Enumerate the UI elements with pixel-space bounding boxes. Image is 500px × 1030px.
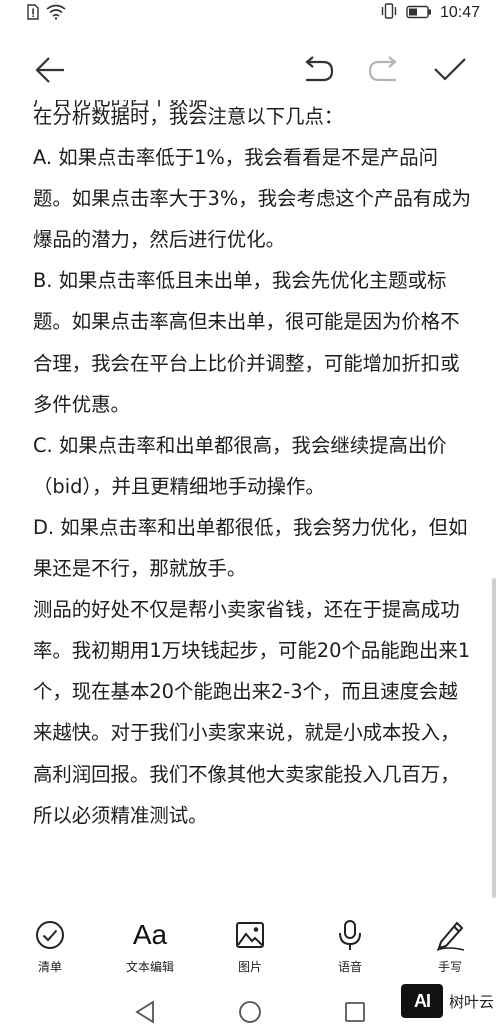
back-button[interactable] [28, 50, 72, 94]
text-format-glyph: Aa [132, 919, 168, 950]
handwriting-button[interactable]: 手写 [410, 918, 490, 975]
nav-back-icon [134, 1000, 156, 1028]
wifi-icon [46, 4, 66, 24]
undo-button[interactable] [296, 50, 340, 94]
handwriting-label: 手写 [437, 960, 462, 974]
watermark-logo: AI [400, 984, 443, 1018]
voice-label: 语音 [337, 960, 362, 974]
checkmark-icon [433, 56, 467, 88]
status-left-icons [26, 4, 66, 24]
handwriting-pen-icon [434, 918, 466, 952]
watermark-text: 树叶云 [448, 992, 494, 1011]
redo-icon [367, 56, 401, 88]
confirm-button[interactable] [428, 50, 472, 94]
text-edit-label: 文本编辑 [125, 960, 174, 974]
image-button[interactable]: 图片 [210, 918, 290, 975]
paragraph: D. 如果点击率和出单都很低，我会努力优化，但如果还是不行，那就放手。 [33, 515, 468, 581]
paragraph: C. 如果点击率和出单都很高，我会继续提高出价（bid），并且更精细地手动操作。 [33, 433, 447, 498]
paragraph: B. 如果点击率低且未出单，我会先优化主题或标题。如果点击率高但未出单，很可能是… [33, 269, 460, 416]
nav-home-button[interactable] [236, 1000, 264, 1028]
sim-alert-icon [26, 4, 40, 24]
status-time: 10:47 [439, 4, 480, 21]
paragraph: A. 如果点击率低于1%，我会看看是不是产品问题。如果点击率大于3%，我会考虑这… [33, 146, 471, 252]
nav-recents-button[interactable] [341, 1000, 369, 1028]
scrollbar-thumb[interactable] [492, 578, 496, 898]
nav-back-button[interactable] [131, 1000, 159, 1028]
status-right-icons: 10:47 [380, 3, 480, 23]
paragraph: 在分析数据时，我会注意以下几点： [33, 105, 344, 128]
paragraph: 测品的好处不仅是帮小卖家省钱，还在于提高成功率。我初期用1万块钱起步，可能20个… [33, 598, 471, 827]
checklist-button[interactable]: 清单 [10, 918, 90, 975]
redo-button[interactable] [362, 50, 406, 94]
note-content[interactable]: 广告优化的四个数据 在分析数据时，我会注意以下几点：A. 如果点击率低于1%，我… [0, 100, 500, 912]
checklist-label: 清单 [37, 960, 62, 974]
checklist-icon [35, 918, 65, 952]
vibrate-icon [380, 3, 398, 23]
undo-icon [301, 56, 335, 88]
text-format-icon: Aa [133, 918, 167, 952]
status-bar: 10:47 [0, 0, 500, 26]
image-label: 图片 [237, 960, 262, 974]
back-arrow-icon [34, 56, 66, 88]
voice-button[interactable]: 语音 [310, 918, 390, 975]
battery-icon [406, 4, 432, 23]
watermark: AI 树叶云 [400, 984, 494, 1018]
nav-home-icon [238, 1000, 262, 1028]
text-edit-button[interactable]: Aa 文本编辑 [110, 918, 190, 975]
note-text[interactable]: 在分析数据时，我会注意以下几点： A. 如果点击率低于1%，我会看看是不是产品问题… [33, 100, 473, 836]
nav-recents-icon [344, 1001, 366, 1027]
microphone-icon [335, 918, 365, 952]
bottom-toolbar: 清单 Aa 文本编辑 图片 语音 手写 [0, 912, 500, 982]
image-icon [235, 918, 265, 952]
